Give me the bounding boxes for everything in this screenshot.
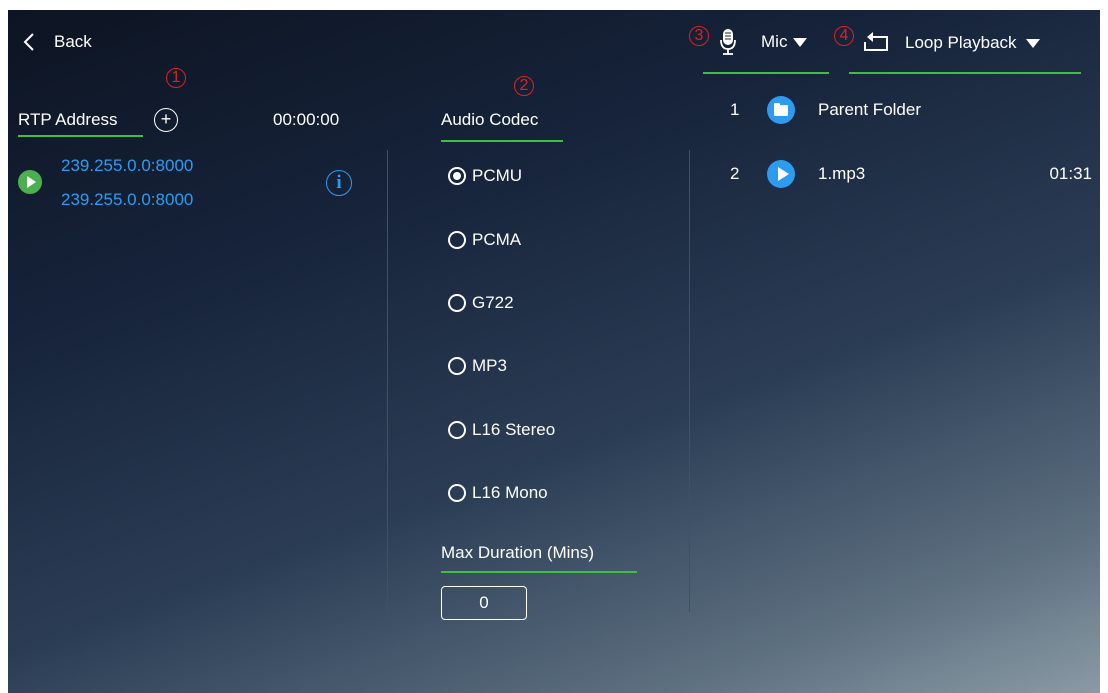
list-item-parent-folder[interactable]: 1 Parent Folder [703, 90, 1100, 136]
radio-icon [448, 484, 466, 502]
codec-label: MP3 [472, 356, 507, 375]
callout-3: 3 [689, 26, 709, 46]
codec-option-pcmu[interactable]: PCMU [448, 166, 522, 186]
file-name: 1.mp3 [818, 164, 866, 183]
radio-icon [448, 294, 466, 312]
callout-1: 1 [166, 68, 186, 88]
back-label: Back [54, 32, 92, 51]
radio-icon [448, 231, 466, 249]
rtp-address-1[interactable]: 239.255.0.0:8000 [61, 156, 193, 176]
play-icon[interactable] [767, 160, 795, 188]
mic-icon [720, 29, 736, 55]
rtp-address-title: RTP Address [18, 110, 118, 129]
list-item-1-mp3[interactable]: 2 1.mp3 01:31 [703, 154, 1100, 200]
folder-icon [767, 96, 795, 124]
codec-label: G722 [472, 293, 514, 312]
audio-codec-underline [441, 140, 563, 142]
caret-down-icon [1025, 38, 1040, 48]
rtp-play-button[interactable] [18, 170, 42, 194]
back-button[interactable]: Back [18, 30, 92, 54]
info-button[interactable]: i [326, 170, 352, 196]
rtp-address-2[interactable]: 239.255.0.0:8000 [61, 190, 193, 210]
mic-label: Mic [761, 32, 788, 51]
screen: Back 1 RTP Address + 00:00:00 239.255.0.… [8, 10, 1100, 693]
codec-label: PCMU [472, 166, 523, 185]
codec-option-mp3[interactable]: MP3 [448, 356, 507, 376]
max-duration-underline [441, 571, 637, 573]
column-divider-1 [387, 150, 388, 612]
max-duration-label: Max Duration (Mins) [441, 543, 595, 562]
callout-2: 2 [514, 76, 534, 96]
add-rtp-button[interactable]: + [154, 108, 178, 132]
codec-option-l16-mono[interactable]: L16 Mono [448, 483, 548, 503]
codec-label: PCMA [472, 230, 522, 249]
codec-label: L16 Stereo [472, 420, 556, 439]
rtp-timer: 00:00:00 [273, 110, 340, 129]
radio-selected-icon [448, 167, 466, 185]
mic-underline [703, 72, 829, 74]
audio-codec-title: Audio Codec [441, 110, 539, 129]
mic-dropdown[interactable]: Mic [719, 28, 808, 56]
codec-option-g722[interactable]: G722 [448, 293, 514, 313]
playback-underline [849, 72, 1081, 74]
codec-option-l16-stereo[interactable]: L16 Stereo [448, 420, 555, 440]
plus-circle-icon: + [160, 109, 172, 129]
loop-icon [864, 32, 888, 51]
codec-label: L16 Mono [472, 483, 548, 502]
playback-mode-dropdown[interactable]: Loop Playback [861, 30, 1040, 56]
radio-icon [448, 421, 466, 439]
column-divider-2 [689, 150, 690, 612]
file-index: 2 [730, 164, 740, 183]
radio-icon [448, 357, 466, 375]
max-duration-input[interactable]: 0 [441, 586, 527, 620]
callout-4: 4 [834, 26, 854, 46]
rtp-address-underline [18, 135, 143, 137]
info-icon: i [336, 172, 342, 193]
file-name: Parent Folder [818, 100, 921, 119]
caret-down-icon [793, 37, 808, 47]
playback-mode-label: Loop Playback [905, 33, 1017, 52]
file-index: 1 [730, 100, 740, 119]
codec-option-pcma[interactable]: PCMA [448, 230, 521, 250]
chevron-left-icon [23, 33, 34, 51]
file-duration: 01:31 [1049, 164, 1092, 183]
